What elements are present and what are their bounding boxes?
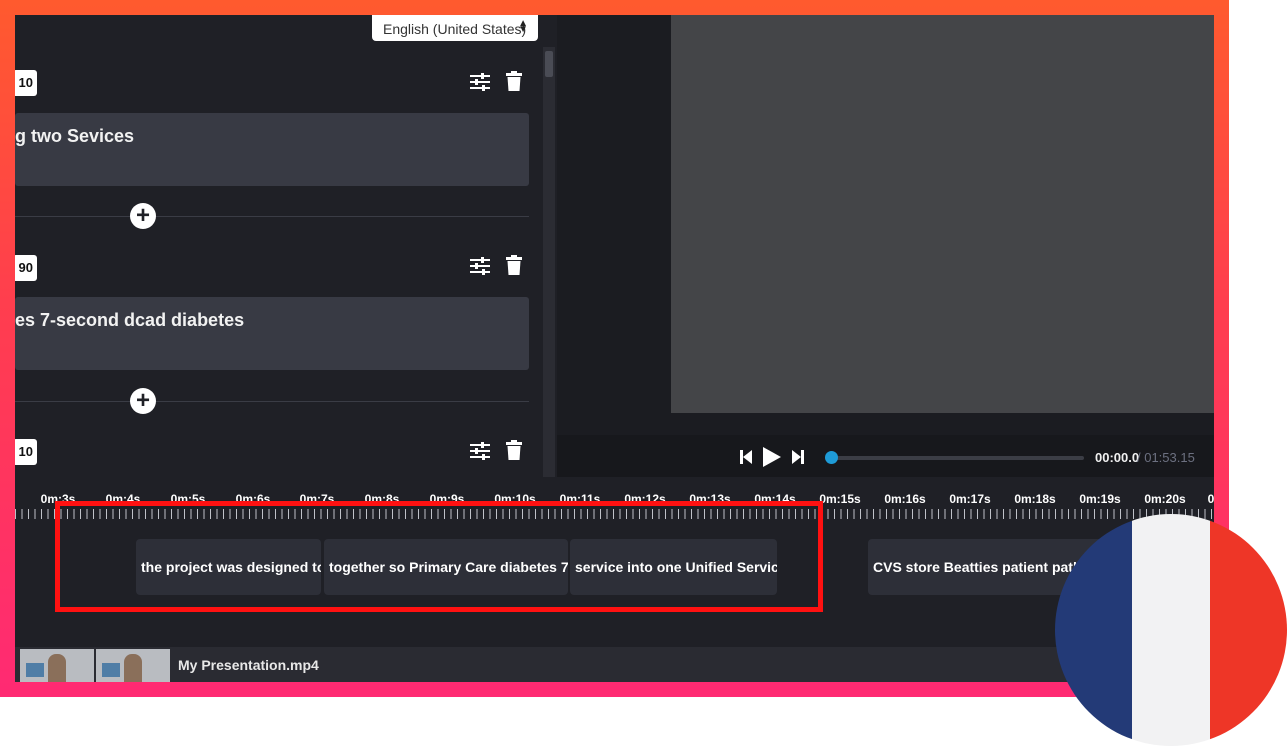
highlight-box <box>55 501 823 612</box>
tick-label: 0 <box>1207 492 1214 506</box>
caption-tag: 10 <box>15 439 37 465</box>
caption-text-box[interactable]: g two Sevices <box>15 113 529 186</box>
tick-label: 0m:18s <box>1014 492 1056 506</box>
language-select-value: English (United States) <box>383 21 527 37</box>
total-time: / 01:53.15 <box>1137 450 1195 465</box>
caption-actions <box>470 440 530 464</box>
divider <box>15 401 529 402</box>
scrollbar-thumb[interactable] <box>545 51 553 77</box>
france-flag-icon <box>1055 514 1287 746</box>
video-track[interactable]: My Presentation.mp4 <box>15 647 1214 682</box>
caption-text: es 7-second dcad diabetes <box>15 310 245 330</box>
sliders-icon[interactable] <box>470 73 490 91</box>
trash-icon[interactable] <box>506 255 522 275</box>
caption-list-panel: English (United States) ▲ ▼ 10 g two Sevi… <box>15 15 555 477</box>
player-controls: 00:00.0 / 01:53.15 <box>557 435 1214 477</box>
caption-scrollbar[interactable] <box>543 47 555 477</box>
video-canvas[interactable] <box>671 15 1214 413</box>
caption-tag: 10 <box>15 70 37 96</box>
caption-text-box[interactable]: es 7-second dcad diabetes <box>15 297 529 370</box>
sliders-icon[interactable] <box>470 442 490 460</box>
video-thumbnail <box>96 649 170 682</box>
skip-back-icon[interactable] <box>740 450 752 464</box>
divider <box>15 216 529 217</box>
tick-label: 0m:20s <box>1144 492 1186 506</box>
video-thumbnail <box>20 649 94 682</box>
tick-label: 0m:17s <box>949 492 991 506</box>
language-select[interactable]: English (United States) ▲ ▼ <box>372 15 538 41</box>
sliders-icon[interactable] <box>470 257 490 275</box>
select-arrows-icon: ▲ ▼ <box>518 18 528 35</box>
trash-icon[interactable] <box>506 440 522 460</box>
plus-circle-icon[interactable]: + <box>130 203 156 229</box>
plus-circle-icon[interactable]: + <box>130 388 156 414</box>
video-file-name: My Presentation.mp4 <box>178 657 319 673</box>
video-preview-panel: 00:00.0 / 01:53.15 <box>557 15 1214 477</box>
tick-label: 0m:16s <box>884 492 926 506</box>
skip-forward-icon[interactable] <box>792 450 804 464</box>
current-time: 00:00.0 <box>1095 450 1140 465</box>
caption-text: g two Sevices <box>15 126 135 146</box>
progress-handle[interactable] <box>825 451 838 464</box>
caption-tag: 90 <box>15 255 37 281</box>
progress-bar[interactable] <box>832 456 1084 460</box>
caption-actions <box>470 71 530 95</box>
editor-screen: English (United States) ▲ ▼ 10 g two Sevi… <box>15 15 1214 682</box>
caption-actions <box>470 255 530 279</box>
trash-icon[interactable] <box>506 71 522 91</box>
timeline: 0m:3s 0m:4s 0m:5s 0m:6s 0m:7s 0m:8s 0m:9… <box>15 477 1214 682</box>
tick-label: 0m:19s <box>1079 492 1121 506</box>
play-icon[interactable] <box>763 447 781 467</box>
tick-label: 0m:15s <box>819 492 861 506</box>
